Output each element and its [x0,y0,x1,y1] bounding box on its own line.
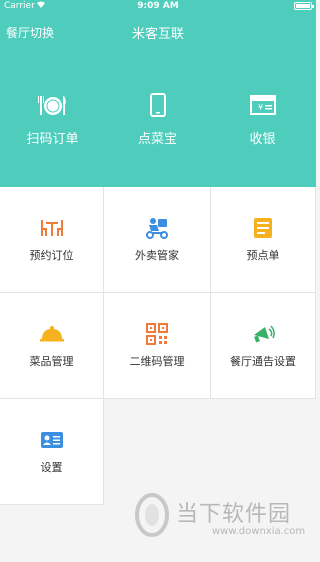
megaphone-icon [211,323,315,345]
scan-order-button[interactable]: 扫码订单 [0,92,105,147]
grid-label: 设置 [40,461,63,474]
grid-label: 餐厅通告设置 [230,355,296,368]
header-panel: Carrier 9:09 AM 餐厅切换 米客互联 扫码订单 点菜宝 ¥ 收银 [0,0,316,187]
watermark: 当下软件园 www.downxia.com [132,490,312,550]
watermark-url: www.downxia.com [212,526,306,537]
hero-label: 扫码订单 [26,132,79,147]
grid-label: 预点单 [246,249,280,262]
restaurant-notice-settings-button[interactable]: 餐厅通告设置 [211,293,316,399]
reservation-button[interactable]: 预约订位 [0,187,104,293]
grid-label: 二维码管理 [129,355,185,368]
status-bar: Carrier 9:09 AM [0,0,316,14]
pre-order-button[interactable]: 预点单 [211,187,316,293]
watermark-text: 当下软件园 [176,502,292,527]
hero-label: 收银 [249,132,276,147]
cashier-icon: ¥ [210,92,315,118]
grid-label: 外卖管家 [135,249,179,262]
table-chairs-icon [0,217,103,239]
settings-button[interactable]: 设置 [0,399,104,505]
status-time: 9:09 AM [137,1,179,11]
food-cloche-icon [0,323,103,345]
hero-label: 点菜宝 [137,132,177,147]
qr-code-icon [104,323,210,345]
settings-card-icon [0,429,103,451]
order-list-icon [211,217,315,239]
delivery-scooter-icon [104,217,210,239]
grid-label: 预约订位 [29,249,74,262]
dining-utensils-icon [0,92,105,118]
watermark-logo-icon [132,490,172,540]
qr-code-management-button[interactable]: 二维码管理 [104,293,211,399]
phone-icon [105,92,210,118]
svg-text:¥: ¥ [258,103,263,112]
dish-management-button[interactable]: 菜品管理 [0,293,104,399]
battery-icon [294,2,314,10]
cashier-button[interactable]: ¥ 收银 [210,92,315,147]
page-title: 米客互联 [131,27,184,42]
grid-label: 菜品管理 [29,355,74,368]
order-treasure-button[interactable]: 点菜宝 [105,92,210,147]
delivery-manager-button[interactable]: 外卖管家 [104,187,211,293]
